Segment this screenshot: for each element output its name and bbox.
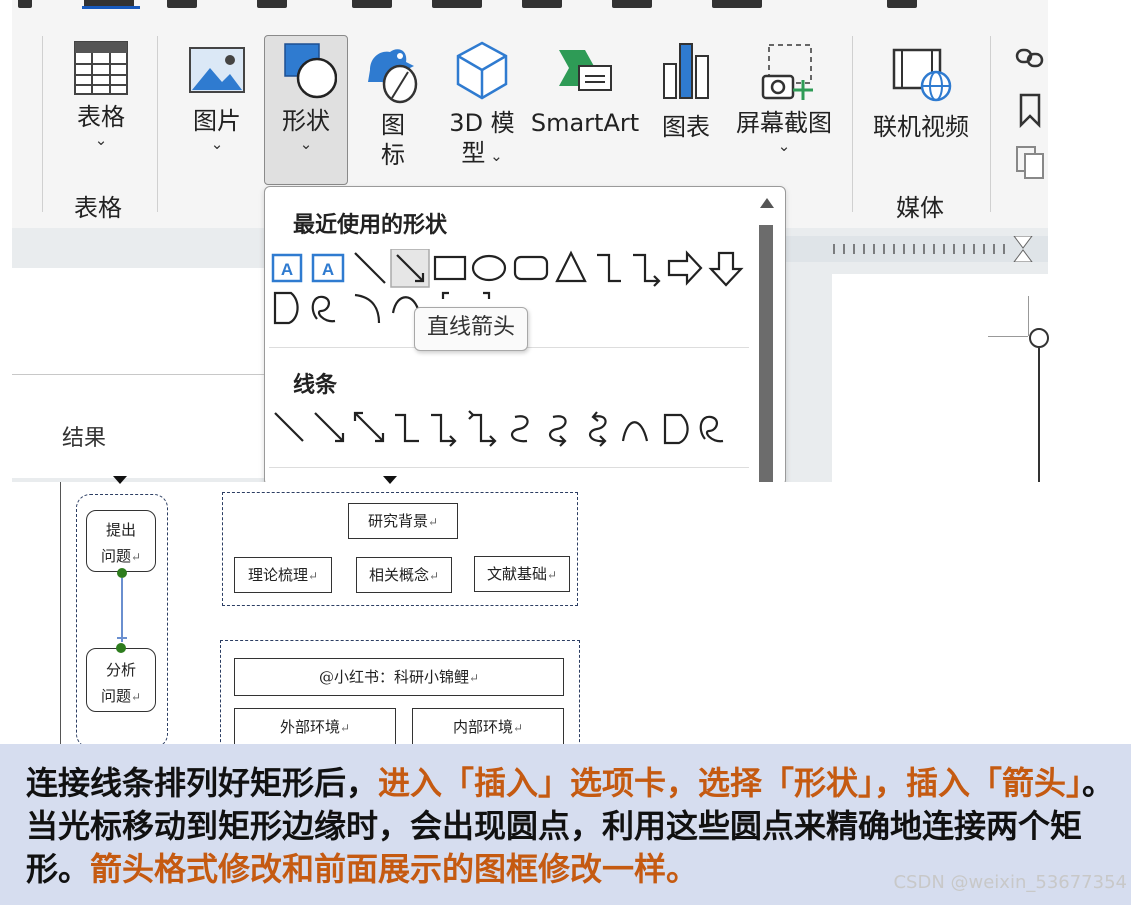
- online-video-button-label: 联机视频: [873, 113, 969, 141]
- group-separator: [852, 36, 853, 212]
- shape-handle[interactable]: [1029, 328, 1049, 348]
- document-page-right: [832, 274, 1048, 482]
- bookmark-icon[interactable]: [1018, 92, 1042, 128]
- icons-icon: [368, 49, 418, 104]
- table-icon: [74, 41, 128, 95]
- connection-point[interactable]: [116, 643, 126, 653]
- scroll-up-arrow-icon[interactable]: [759, 196, 775, 210]
- recent-shapes-header: 最近使用的形状: [293, 213, 448, 238]
- smartart-icon: [559, 50, 612, 91]
- 3d-model-label-2: 型 ⌄: [461, 139, 503, 167]
- arrow-down-icon: [383, 476, 397, 484]
- table-button-label: 表格: [77, 103, 125, 131]
- 3d-model-label-1: 3D 模: [449, 109, 515, 137]
- 3d-model-button[interactable]: 3D 模 型 ⌄: [446, 40, 518, 168]
- node-text: 研究背景: [367, 512, 428, 530]
- caption-seg1: 连接线条排列好矩形后，: [26, 764, 379, 802]
- chart-button[interactable]: 图表: [654, 42, 718, 142]
- node-propose-problem[interactable]: 提出 问题↵: [86, 510, 156, 572]
- node-xiaohongshu[interactable]: @小红书：科研小锦鲤↵: [234, 658, 564, 696]
- group-label-media: 媒体: [896, 194, 944, 222]
- diagram-border-line: [60, 482, 61, 744]
- group-label-table: 表格: [74, 194, 122, 222]
- svg-text:A: A: [281, 260, 293, 279]
- connector-line: [1038, 348, 1040, 482]
- menu-separator: [269, 467, 749, 468]
- node-text: 外部环境: [279, 718, 340, 736]
- tooltip: 直线箭头: [414, 307, 528, 351]
- icons-button-label-2: 标: [381, 141, 405, 169]
- ruler: [786, 235, 1048, 263]
- watermark: CSDN @weixin_53677354: [893, 872, 1127, 893]
- arrow-down-icon: [113, 476, 127, 484]
- caption-seg4: 箭头格式修改和前面展示的图框修改一样。: [90, 850, 699, 888]
- node-analyze-problem[interactable]: 分析 问题↵: [86, 648, 156, 712]
- node-text: 理论梳理: [247, 566, 308, 584]
- connector-arrow-end: [117, 637, 127, 639]
- node-external-environment[interactable]: 外部环境↵: [234, 708, 396, 746]
- shapes-icon: [284, 43, 338, 99]
- group-separator: [990, 36, 991, 212]
- node-text: @小红书：科研小锦鲤: [318, 668, 469, 686]
- smartart-button-label: SmartArt: [530, 109, 640, 137]
- table-line: [12, 374, 264, 375]
- connector-arrow[interactable]: [121, 578, 123, 642]
- 3d-model-icon: [456, 41, 508, 100]
- document-page-left: [12, 268, 264, 478]
- node-theory-review[interactable]: 理论梳理↵: [234, 557, 332, 593]
- chart-icon: [663, 43, 709, 99]
- table-button[interactable]: 表格 ⌄: [66, 40, 136, 148]
- icons-button-label-1: 图: [381, 111, 405, 139]
- online-video-icon: [892, 48, 952, 102]
- result-label: 结果: [62, 426, 107, 451]
- caption-seg2: 进入「插入」选项卡，选择「形状」，插入「箭头」: [378, 764, 1083, 802]
- chevron-down-icon: ⌄: [210, 135, 224, 153]
- scrollbar-thumb[interactable]: [759, 225, 773, 485]
- chevron-down-icon: ⌄: [299, 135, 313, 153]
- node-text: 文献基础: [486, 565, 547, 583]
- picture-icon: [189, 47, 245, 93]
- group-separator: [157, 36, 158, 212]
- margin-mark: [1028, 296, 1029, 336]
- lines-shapes-grid: [274, 410, 724, 447]
- node-text: 内部环境: [452, 718, 513, 736]
- link-icon[interactable]: [1014, 44, 1046, 72]
- margin-mark: [988, 336, 1028, 337]
- chart-button-label: 图表: [662, 113, 710, 141]
- node-literature-basis[interactable]: 文献基础↵: [474, 556, 570, 592]
- smartart-button[interactable]: SmartArt: [530, 46, 640, 138]
- chevron-down-icon: ⌄: [777, 137, 791, 155]
- chevron-down-icon: ⌄: [94, 131, 108, 149]
- lines-header: 线条: [293, 373, 338, 398]
- shapes-button-content: 形状 ⌄: [266, 42, 346, 152]
- group-separator: [42, 36, 43, 212]
- shapes-button-label: 形状: [282, 107, 330, 135]
- node-related-concepts[interactable]: 相关概念↵: [356, 557, 452, 593]
- svg-text:A: A: [322, 260, 334, 279]
- ribbon-tab-strip: [12, 0, 1048, 10]
- screenshot-button[interactable]: 屏幕截图 ⌄: [730, 42, 838, 154]
- online-video-button[interactable]: 联机视频: [866, 46, 976, 142]
- screenshot-icon: [761, 44, 813, 100]
- node-text: 提出 问题↵: [100, 521, 142, 565]
- node-text: 相关概念: [368, 566, 429, 584]
- picture-button[interactable]: 图片 ⌄: [184, 46, 250, 152]
- connection-point[interactable]: [117, 568, 127, 578]
- picture-button-label: 图片: [193, 107, 241, 135]
- ruler-ticks: [833, 235, 1033, 263]
- icons-button[interactable]: 图 标: [362, 42, 424, 170]
- node-research-background[interactable]: 研究背景↵: [348, 503, 458, 539]
- cross-reference-icon[interactable]: [1014, 144, 1046, 180]
- selected-tab-indicator: [82, 6, 140, 9]
- node-internal-environment[interactable]: 内部环境↵: [412, 708, 564, 746]
- node-text: 分析 问题↵: [100, 661, 142, 705]
- screenshot-button-label: 屏幕截图: [736, 109, 832, 137]
